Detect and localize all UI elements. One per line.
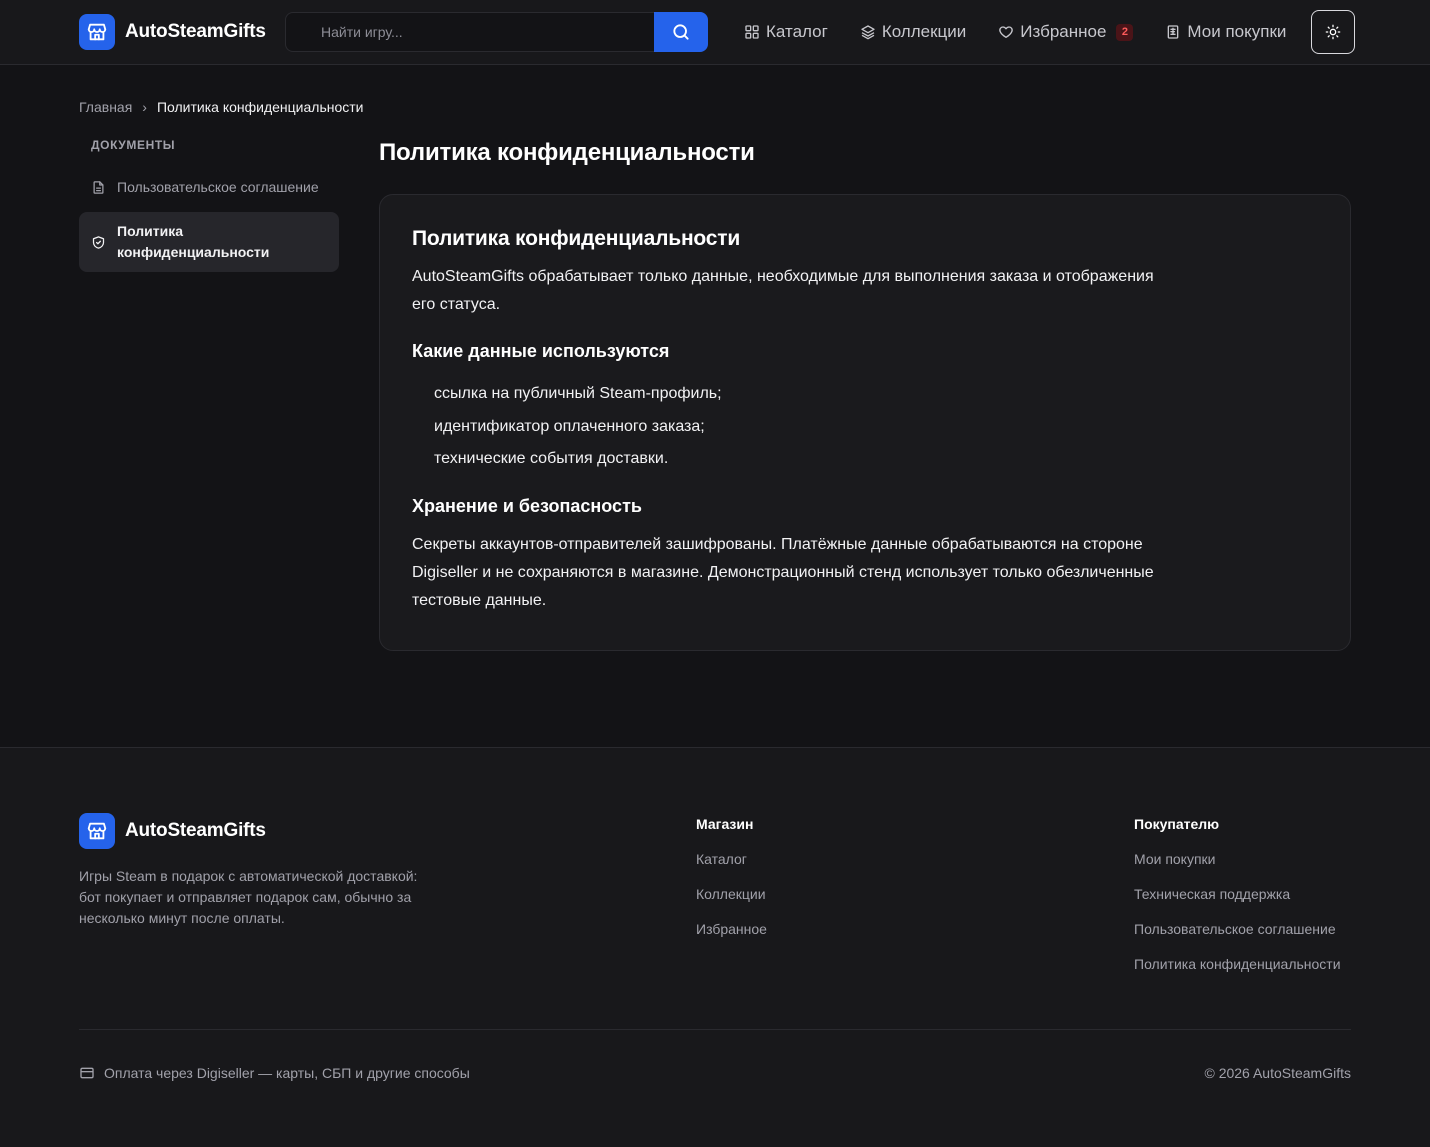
footer-link-collections[interactable]: Коллекции (696, 885, 767, 903)
list-item: идентификатор оплаченного заказа; (434, 417, 705, 435)
search-input[interactable] (285, 12, 654, 52)
breadcrumb-home[interactable]: Главная (79, 99, 132, 115)
site-footer: AutoSteamGifts Игры Steam в подарок с ав… (0, 747, 1430, 1147)
footer-divider (79, 1029, 1351, 1030)
list-item: технические события доставки. (434, 450, 669, 467)
receipt-icon (1168, 25, 1179, 39)
sidebar-title: ДОКУМЕНТЫ (91, 138, 176, 152)
data-used-list: ссылка на публичный Steam-профиль; идент… (412, 378, 1318, 476)
section-data-used-title: Какие данные используются (412, 341, 670, 361)
breadcrumb-separator: › (142, 99, 147, 115)
store-icon (79, 14, 115, 50)
sidebar-item-privacy-policy[interactable]: Политика конфиденциальности (79, 212, 339, 272)
document-icon (93, 181, 104, 194)
search-button[interactable] (654, 12, 708, 52)
nav-purchases-label: Мои покупки (1187, 22, 1287, 41)
footer-link-support[interactable]: Техническая поддержка (1134, 885, 1341, 903)
favorites-count-badge: 2 (1116, 23, 1134, 41)
sidebar-item-label: Пользовательское соглашение (117, 179, 319, 195)
main-nav: Каталог Коллекции Избранное 2 Мои покупк… (744, 0, 1286, 64)
site-header: AutoSteamGifts Каталог Коллекции (0, 0, 1430, 65)
credit-card-icon (80, 1067, 94, 1079)
breadcrumb: Главная › Политика конфиденциальности (79, 99, 364, 115)
page-title: Политика конфиденциальности (379, 139, 755, 166)
footer-link-catalog[interactable]: Каталог (696, 850, 767, 868)
heart-icon (999, 26, 1014, 38)
footer-payment-info: Оплата через Digiseller — карты, СБП и д… (79, 1065, 470, 1081)
logo-text: AutoSteamGifts (125, 21, 266, 42)
footer-col-title: Магазин (696, 816, 754, 832)
footer-logo[interactable]: AutoSteamGifts (79, 813, 266, 849)
footer-col-shop: Магазин Каталог Коллекции Избранное (696, 816, 767, 955)
nav-favorites[interactable]: Избранное 2 (998, 22, 1134, 42)
copyright: © 2026 AutoSteamGifts (1204, 1065, 1351, 1081)
footer-col-buyer: Покупателю Мои покупки Техническая подде… (1134, 816, 1341, 990)
footer-link-user-agreement[interactable]: Пользовательское соглашение (1134, 920, 1341, 938)
shield-icon (92, 235, 105, 249)
nav-collections-label: Коллекции (881, 22, 967, 41)
sidebar-item-label: Политика конфиденциальности (117, 223, 270, 260)
store-icon (79, 813, 115, 849)
nav-favorites-label: Избранное (1020, 22, 1107, 41)
nav-collections[interactable]: Коллекции (860, 22, 966, 42)
section-storage-title: Хранение и безопасность (412, 495, 642, 516)
grid-icon (745, 25, 759, 39)
footer-link-privacy-policy[interactable]: Политика конфиденциальности (1134, 955, 1341, 973)
section-storage-text: Секреты аккаунтов-отправителей зашифрова… (412, 535, 1154, 609)
search-icon (673, 24, 689, 40)
footer-link-purchases[interactable]: Мои покупки (1134, 850, 1341, 868)
payment-text: Оплата через Digiseller — карты, СБП и д… (104, 1065, 470, 1081)
list-item: ссылка на публичный Steam-профиль; (434, 385, 722, 402)
nav-purchases[interactable]: Мои покупки (1165, 22, 1286, 42)
footer-description: Игры Steam в подарок с автоматической до… (79, 868, 418, 926)
sun-icon (1325, 24, 1341, 40)
policy-intro: AutoSteamGifts обрабатывает только данны… (412, 268, 1154, 313)
policy-heading: Политика конфиденциальности (412, 227, 741, 250)
footer-link-favorites[interactable]: Избранное (696, 920, 767, 938)
nav-catalog[interactable]: Каталог (744, 22, 828, 42)
theme-toggle-button[interactable] (1311, 10, 1355, 54)
documents-sidebar: ДОКУМЕНТЫ Пользовательское соглашение По… (79, 138, 339, 272)
breadcrumb-current: Политика конфиденциальности (156, 99, 364, 115)
footer-logo-text: AutoSteamGifts (125, 820, 266, 841)
footer-col-title: Покупателю (1134, 816, 1220, 832)
nav-catalog-label: Каталог (766, 22, 828, 41)
logo[interactable]: AutoSteamGifts (79, 14, 266, 50)
layers-icon (861, 25, 875, 40)
policy-card: Политика конфиденциальности AutoSteamGif… (379, 194, 1351, 651)
search-bar (285, 12, 708, 52)
sidebar-item-user-agreement[interactable]: Пользовательское соглашение (79, 169, 339, 206)
